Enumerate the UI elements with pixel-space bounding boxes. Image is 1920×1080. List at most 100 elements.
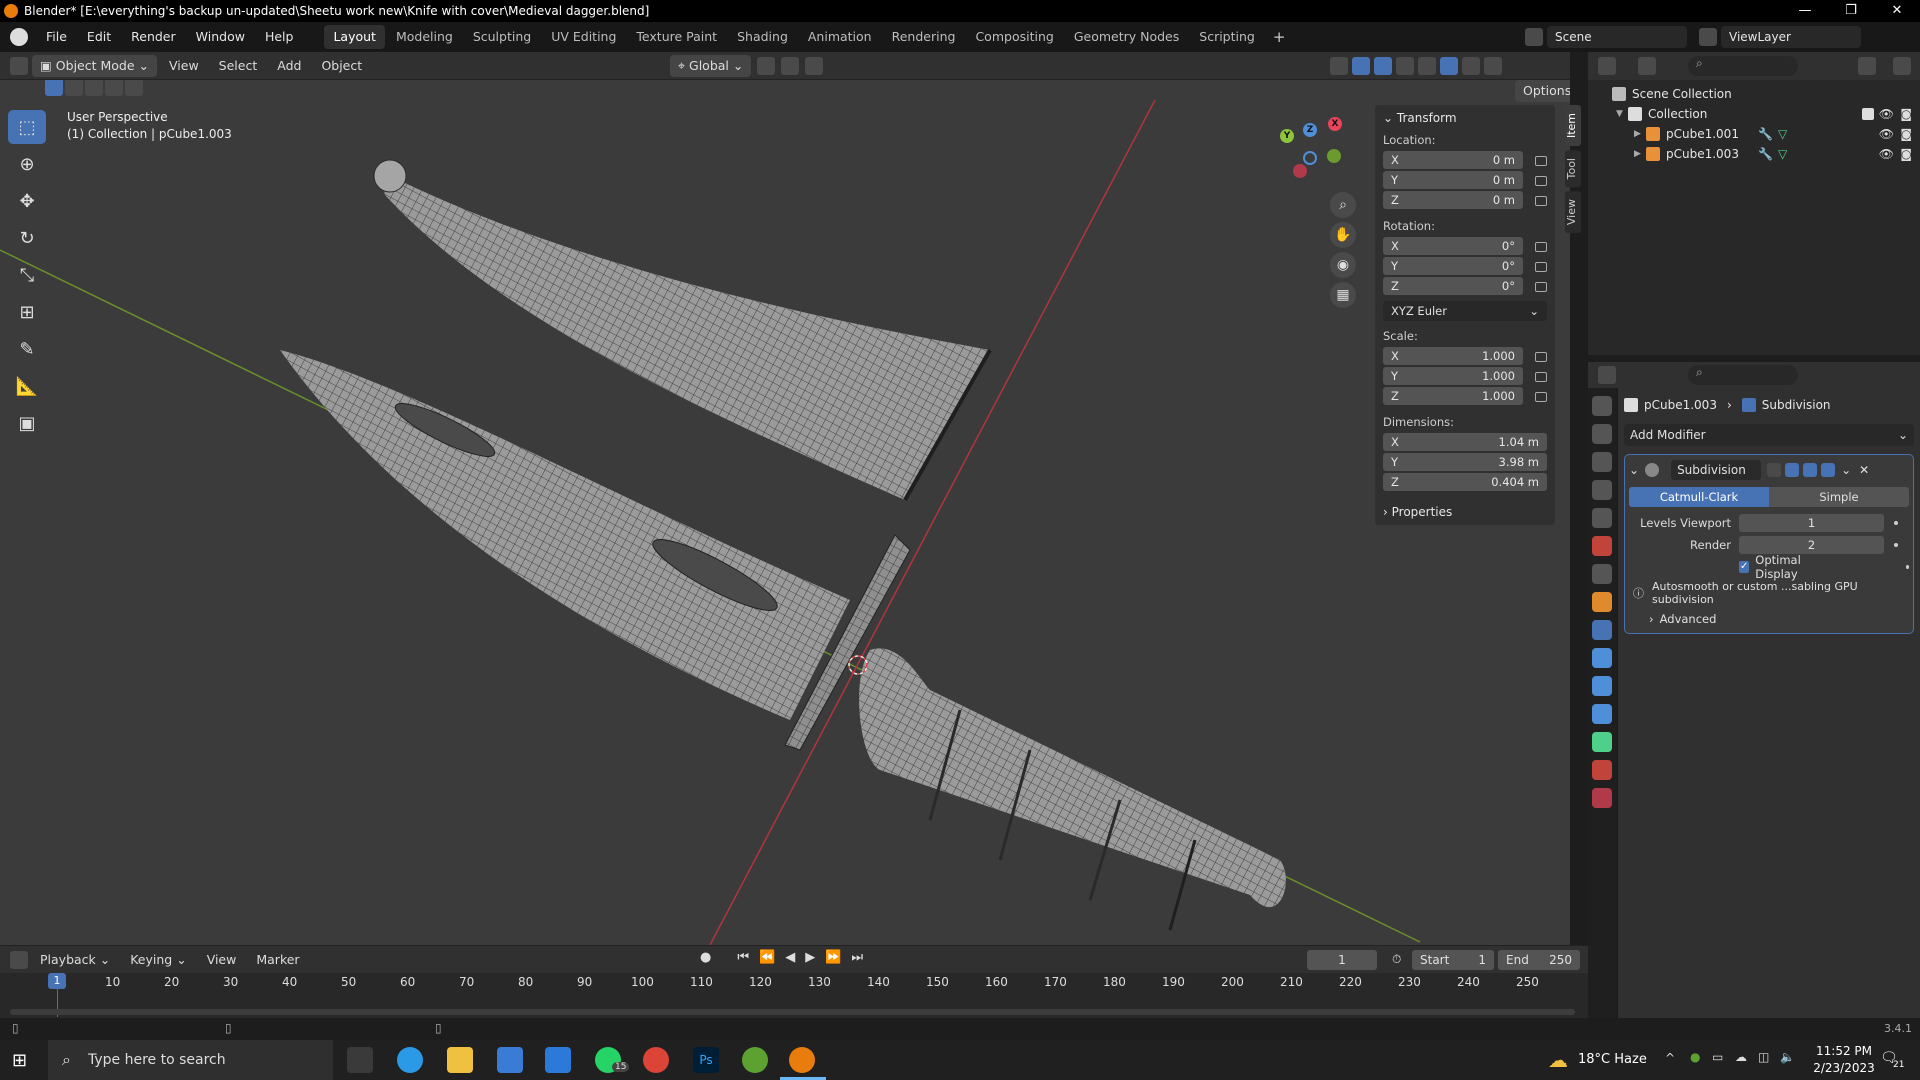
chrome-icon[interactable] xyxy=(643,1047,669,1073)
scale-tool[interactable]: ⤡ xyxy=(8,258,46,292)
simple-button[interactable]: Simple xyxy=(1769,487,1909,507)
rotation-y-field[interactable]: Y 0° xyxy=(1383,257,1523,275)
jump-start-icon[interactable]: ⏮ xyxy=(737,950,749,965)
stopwatch-icon[interactable]: ⏱ xyxy=(1392,952,1401,967)
material-tab-icon[interactable] xyxy=(1592,760,1612,780)
end-frame-field[interactable]: End 250 xyxy=(1498,950,1580,970)
select-extend-icon[interactable] xyxy=(65,80,83,96)
timeline[interactable]: 1 10 20 30 40 50 60 70 80 90 100 110 120… xyxy=(0,973,1588,1018)
lock-icon[interactable] xyxy=(1535,352,1547,362)
gizmo-neg-y[interactable] xyxy=(1327,149,1341,163)
options-button[interactable]: Options xyxy=(1515,80,1570,102)
tray-onedrive-icon[interactable]: ☁ xyxy=(1735,1050,1747,1064)
overlay-toggle-icon[interactable] xyxy=(1374,57,1392,75)
collection-row[interactable]: ▼ Collection 👁 ◙ xyxy=(1588,104,1920,124)
dimension-x-field[interactable]: X 1.04 m xyxy=(1383,433,1547,451)
pan-hand-icon[interactable]: ✋ xyxy=(1330,222,1356,248)
on-cage-icon[interactable] xyxy=(1767,463,1782,477)
restore-button[interactable]: ❐ xyxy=(1828,0,1874,22)
collapse-chevron-icon[interactable]: ▼ xyxy=(1616,109,1628,119)
scale-z-field[interactable]: Z 1.000 xyxy=(1383,387,1523,405)
tab-layout[interactable]: Layout xyxy=(324,25,385,49)
menu-add[interactable]: Add xyxy=(269,55,309,77)
clock-date[interactable]: 2/23/2023 xyxy=(1810,1061,1878,1075)
mesh-data-icon[interactable]: ▽ xyxy=(1778,147,1787,161)
transform-header[interactable]: ⌄ Transform xyxy=(1383,111,1547,125)
edge-icon[interactable] xyxy=(397,1047,423,1073)
add-workspace-button[interactable]: + xyxy=(1265,28,1294,46)
expand-chevron-icon[interactable]: ▶ xyxy=(1634,129,1646,139)
add-cube-tool[interactable]: ▣ xyxy=(8,406,46,440)
object-tab-icon[interactable] xyxy=(1592,592,1612,612)
lock-icon[interactable] xyxy=(1535,156,1547,166)
3d-viewport[interactable]: User Perspective (1) Collection | pCube1… xyxy=(0,80,1570,945)
utorrent-icon[interactable] xyxy=(742,1047,768,1073)
select-intersect-icon[interactable] xyxy=(125,80,143,96)
menu-select[interactable]: Select xyxy=(211,55,266,77)
keyframe-dot-icon[interactable] xyxy=(1905,565,1909,569)
taskbar-search-input[interactable]: ⌕ Type here to search xyxy=(48,1040,333,1080)
tab-geometry-nodes[interactable]: Geometry Nodes xyxy=(1065,25,1188,49)
measure-tool[interactable]: 📐 xyxy=(8,369,46,403)
editor-type-icon[interactable] xyxy=(10,57,28,75)
menu-playback[interactable]: Playback ⌄ xyxy=(32,949,118,971)
constraints-tab-icon[interactable] xyxy=(1592,704,1612,724)
eye-icon[interactable]: 👁 xyxy=(1879,107,1894,121)
gizmo-x[interactable]: X xyxy=(1328,117,1342,131)
scene-tab-icon[interactable] xyxy=(1592,508,1612,528)
play-icon[interactable]: ▶ xyxy=(805,950,815,965)
weather-icon[interactable]: ☁ xyxy=(1548,1048,1568,1072)
annotate-tool[interactable]: ✎ xyxy=(8,332,46,366)
mail-icon[interactable] xyxy=(545,1047,571,1073)
lock-icon[interactable] xyxy=(1535,242,1547,252)
orientation-selector[interactable]: ⌖ Global ⌄ xyxy=(670,55,752,77)
scene-icon[interactable] xyxy=(1525,28,1543,46)
expand-chevron-icon[interactable]: › xyxy=(1649,612,1654,626)
levels-viewport-field[interactable]: 1 xyxy=(1739,514,1884,532)
camera-icon[interactable]: ◙ xyxy=(1900,147,1912,161)
tab-sculpting[interactable]: Sculpting xyxy=(464,25,540,49)
filter-icon[interactable] xyxy=(1858,57,1876,75)
clock-time[interactable]: 11:52 PM xyxy=(1810,1044,1878,1058)
jump-keyframe-back-icon[interactable]: ⏪ xyxy=(759,950,775,965)
lock-icon[interactable] xyxy=(1535,176,1547,186)
camera-icon[interactable]: ◙ xyxy=(1900,107,1912,121)
tab-modeling[interactable]: Modeling xyxy=(387,25,462,49)
display-mode-icon[interactable] xyxy=(1638,57,1656,75)
gizmo-y[interactable]: Y xyxy=(1280,129,1294,143)
transform-tool[interactable]: ⊞ xyxy=(8,295,46,329)
editor-type-icon[interactable] xyxy=(1598,57,1616,75)
gizmo-neg-z[interactable] xyxy=(1303,151,1317,165)
gizmo-neg-x[interactable] xyxy=(1293,164,1307,178)
scene-collection-row[interactable]: Scene Collection xyxy=(1588,84,1920,104)
photoshop-icon[interactable]: Ps xyxy=(693,1047,719,1073)
navigation-gizmo[interactable]: X Y Z xyxy=(1275,117,1345,187)
location-y-field[interactable]: Y0 m xyxy=(1383,171,1523,189)
menu-timeline-view[interactable]: View xyxy=(199,949,245,971)
render-tab-icon[interactable] xyxy=(1592,424,1612,444)
tab-texture-paint[interactable]: Texture Paint xyxy=(627,25,726,49)
tab-scripting[interactable]: Scripting xyxy=(1190,25,1264,49)
gizmo-z[interactable]: Z xyxy=(1303,123,1317,137)
menu-render[interactable]: Render xyxy=(121,22,186,52)
gizmo-toggle-icon[interactable] xyxy=(1352,57,1370,75)
output-tab-icon[interactable] xyxy=(1592,452,1612,472)
tray-network-icon[interactable]: ◫ xyxy=(1758,1050,1769,1064)
particles-tab-icon[interactable] xyxy=(1592,648,1612,668)
snap-icon[interactable] xyxy=(781,57,800,75)
ortho-grid-icon[interactable]: ▦ xyxy=(1330,282,1356,308)
catmull-clark-button[interactable]: Catmull-Clark xyxy=(1629,487,1769,507)
material-shading-icon[interactable] xyxy=(1462,57,1480,75)
location-z-field[interactable]: Z0 m xyxy=(1383,191,1523,209)
select-invert-icon[interactable] xyxy=(105,80,123,96)
zoom-icon[interactable]: ⌕ xyxy=(1330,192,1356,218)
camera-view-icon[interactable]: ◉ xyxy=(1330,252,1356,278)
lock-icon[interactable] xyxy=(1535,262,1547,272)
menu-keying[interactable]: Keying ⌄ xyxy=(122,949,194,971)
menu-help[interactable]: Help xyxy=(255,22,304,52)
scene-selector[interactable]: Scene xyxy=(1547,26,1687,48)
render-levels-field[interactable]: 2 xyxy=(1739,536,1884,554)
minimize-button[interactable]: — xyxy=(1782,0,1828,22)
tray-utorrent-icon[interactable]: ● xyxy=(1690,1050,1700,1064)
wireframe-shading-icon[interactable] xyxy=(1418,57,1436,75)
